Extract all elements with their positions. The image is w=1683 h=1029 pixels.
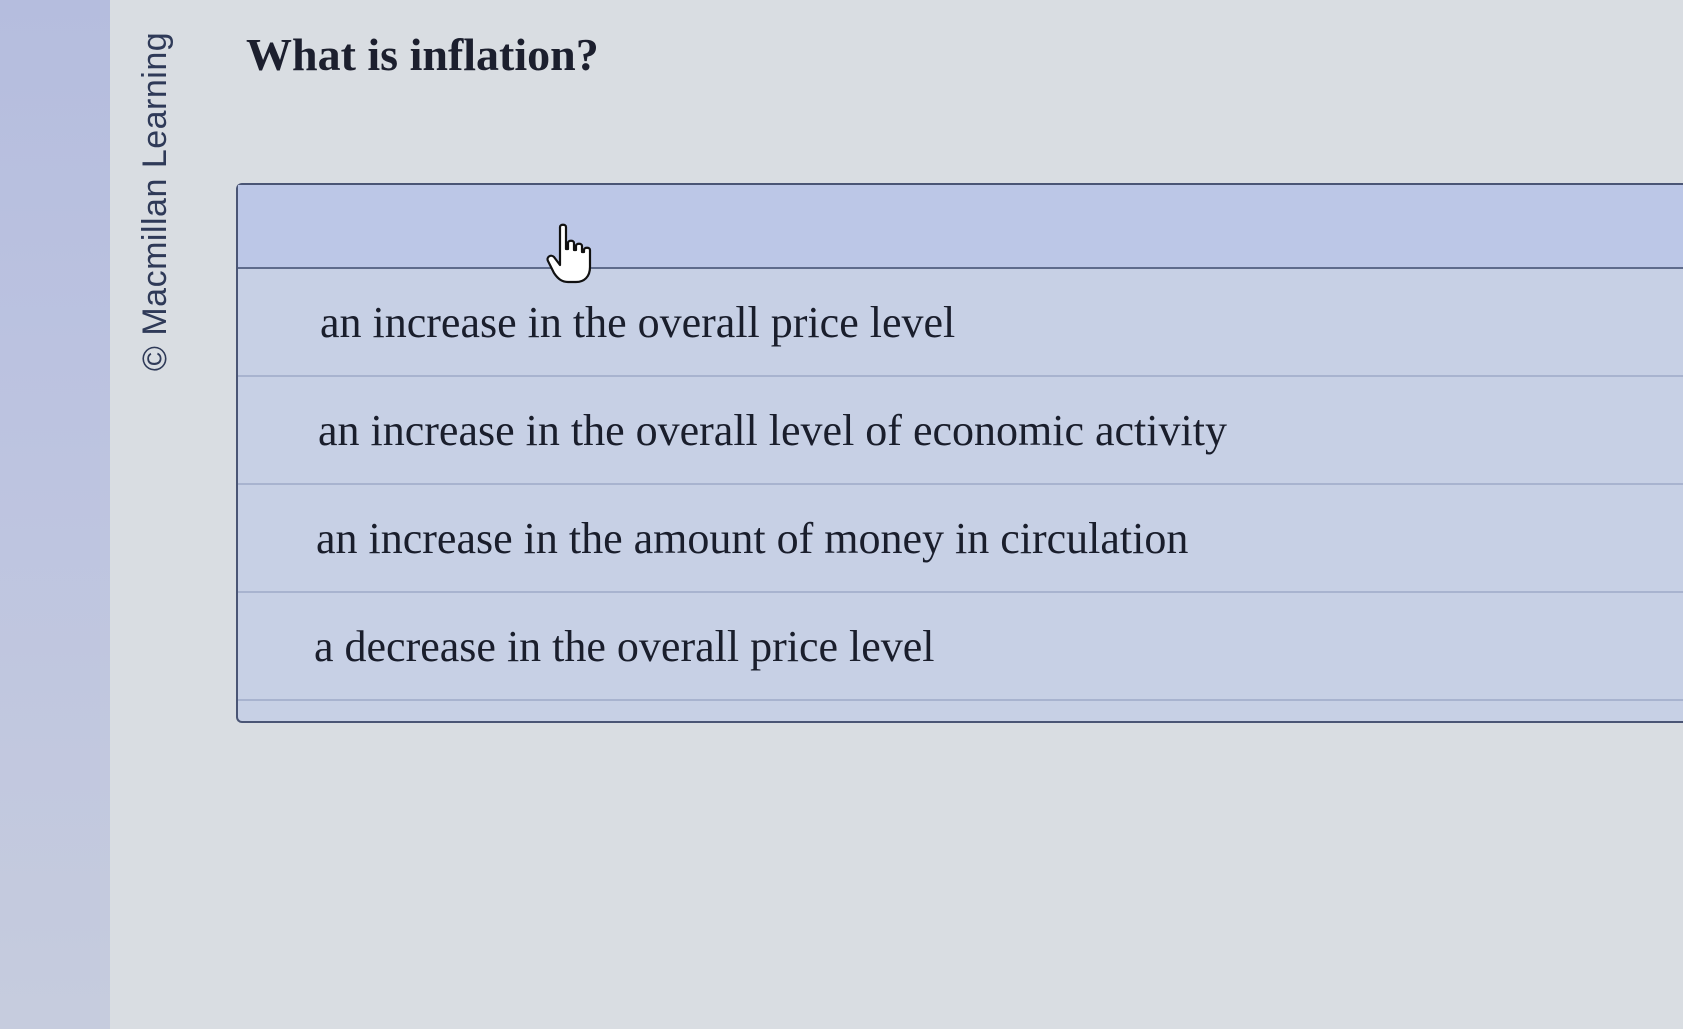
choice-option-3[interactable]: an increase in the amount of money in ci… [238,485,1683,593]
answer-choices-panel: an increase in the overall price level a… [236,183,1683,723]
choice-option-2[interactable]: an increase in the overall level of econ… [238,377,1683,485]
choice-option-4[interactable]: a decrease in the overall price level [238,593,1683,701]
left-sidebar-strip [0,0,110,1029]
choice-list: an increase in the overall price level a… [238,269,1683,701]
choice-label: an increase in the amount of money in ci… [316,513,1189,563]
choice-option-1[interactable]: an increase in the overall price level [238,269,1683,377]
choices-header[interactable] [238,185,1683,284]
choice-label: an increase in the overall price level [320,297,956,347]
credit-text: © Macmillan Learning [136,31,175,371]
question-title: What is inflation? [246,29,599,80]
choice-label: an increase in the overall level of econ… [318,405,1227,455]
hand-pointer-icon [546,223,592,284]
copyright-credit: © Macmillan Learning [136,6,176,396]
choice-label: a decrease in the overall price level [314,621,935,671]
